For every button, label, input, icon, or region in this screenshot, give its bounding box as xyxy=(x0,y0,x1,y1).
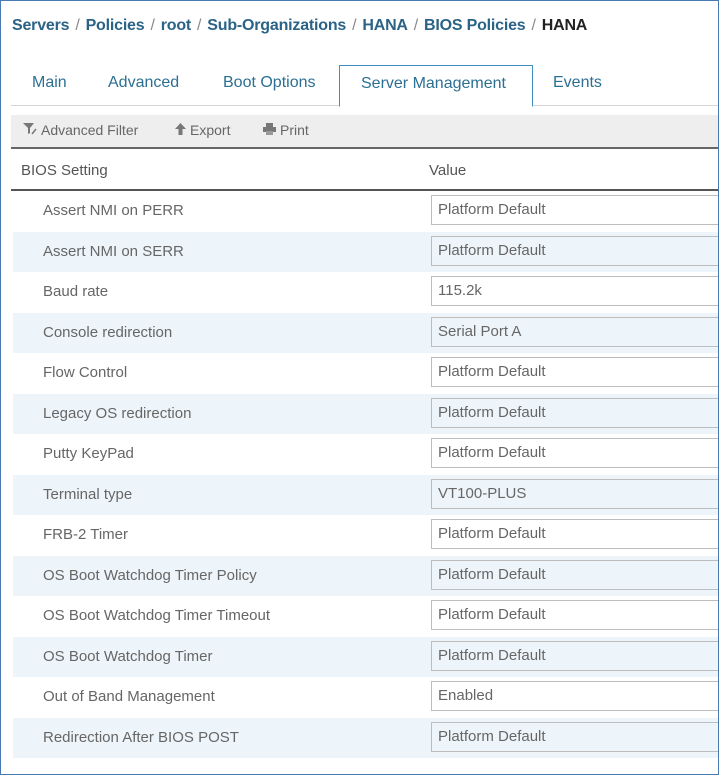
setting-value-field[interactable]: Platform Default xyxy=(431,519,718,549)
breadcrumb-servers[interactable]: Servers xyxy=(12,17,70,34)
bios-settings-table: Assert NMI on PERR Platform Default Asse… xyxy=(13,191,718,758)
table-row: Redirection After BIOS POST Platform Def… xyxy=(13,717,718,758)
table-row: Console redirection Serial Port A xyxy=(13,312,718,353)
setting-label: Console redirection xyxy=(43,323,173,341)
tab-main[interactable]: Main xyxy=(11,65,88,105)
table-row: OS Boot Watchdog Timer Timeout Platform … xyxy=(13,596,718,637)
print-button[interactable]: Print xyxy=(263,122,309,138)
setting-value-field[interactable]: Platform Default xyxy=(431,559,718,590)
advanced-filter-label: Advanced Filter xyxy=(41,122,139,138)
setting-value-field[interactable]: Platform Default xyxy=(431,357,718,387)
breadcrumb-separator: / xyxy=(197,17,202,34)
setting-value-field[interactable]: Platform Default xyxy=(431,397,718,428)
setting-label: OS Boot Watchdog Timer Policy xyxy=(43,566,257,584)
setting-label: Redirection After BIOS POST xyxy=(43,728,239,746)
setting-value-field[interactable]: Serial Port A xyxy=(431,316,718,347)
setting-value-field[interactable]: Enabled xyxy=(431,681,718,711)
setting-label: FRB-2 Timer xyxy=(43,526,129,543)
setting-value-field[interactable]: Platform Default xyxy=(431,235,718,266)
advanced-filter-button[interactable]: Advanced Filter xyxy=(23,122,138,138)
print-label: Print xyxy=(280,122,309,138)
tab-events[interactable]: Events xyxy=(532,65,623,105)
table-row: Flow Control Platform Default xyxy=(13,353,718,394)
arrow-up-icon xyxy=(175,123,186,138)
setting-value-field[interactable]: Platform Default xyxy=(431,600,718,630)
bios-policy-panel: Servers / Policies / root / Sub-Organizations /… xyxy=(0,0,719,775)
tab-bar: Main Advanced Boot Options Server Manage… xyxy=(11,65,718,107)
setting-value-field[interactable]: 115.2k xyxy=(431,276,718,306)
breadcrumb-separator: / xyxy=(531,17,536,34)
setting-value-field[interactable]: Platform Default xyxy=(431,721,718,752)
table-row: Terminal type VT100-PLUS xyxy=(13,474,718,515)
column-header-value[interactable]: Value xyxy=(429,162,466,179)
setting-value-field[interactable]: Platform Default xyxy=(431,195,718,225)
setting-label: Out of Band Management xyxy=(43,688,215,705)
setting-label: Terminal type xyxy=(43,485,133,503)
setting-label: OS Boot Watchdog Timer Timeout xyxy=(43,607,271,624)
table-row: Assert NMI on PERR Platform Default xyxy=(13,191,718,232)
column-header-bios-setting[interactable]: BIOS Setting xyxy=(21,162,108,179)
table-row: Putty KeyPad Platform Default xyxy=(13,434,718,475)
setting-value-field[interactable]: Platform Default xyxy=(431,640,718,671)
breadcrumb-root[interactable]: root xyxy=(161,17,192,34)
breadcrumb-bios-policies[interactable]: BIOS Policies xyxy=(424,17,526,34)
breadcrumb: Servers / Policies / root / Sub-Organizations /… xyxy=(12,17,587,35)
setting-label: OS Boot Watchdog Timer xyxy=(43,647,213,665)
setting-label: Baud rate xyxy=(43,283,109,300)
printer-icon xyxy=(263,123,276,138)
export-button[interactable]: Export xyxy=(175,122,230,138)
table-row: OS Boot Watchdog Timer Platform Default xyxy=(13,636,718,677)
breadcrumb-separator: / xyxy=(352,17,357,34)
export-label: Export xyxy=(190,122,231,138)
tab-advanced[interactable]: Advanced xyxy=(87,65,200,105)
breadcrumb-sub-organizations[interactable]: Sub-Organizations xyxy=(207,17,346,34)
table-row: Assert NMI on SERR Platform Default xyxy=(13,231,718,272)
table-row: OS Boot Watchdog Timer Policy Platform D… xyxy=(13,555,718,596)
table-row: Legacy OS redirection Platform Default xyxy=(13,393,718,434)
breadcrumb-separator: / xyxy=(75,17,80,34)
setting-value-field[interactable]: VT100-PLUS xyxy=(431,478,718,509)
tab-server-management[interactable]: Server Management xyxy=(339,65,533,107)
setting-label: Assert NMI on SERR xyxy=(43,242,184,260)
tab-boot-options[interactable]: Boot Options xyxy=(202,65,337,105)
breadcrumb-separator: / xyxy=(413,17,419,34)
setting-label: Flow Control xyxy=(43,364,128,381)
breadcrumb-current: HANA xyxy=(541,17,588,34)
table-row: FRB-2 Timer Platform Default xyxy=(13,515,718,556)
table-row: Baud rate 115.2k xyxy=(13,272,718,313)
breadcrumb-hana-org[interactable]: HANA xyxy=(362,17,408,34)
setting-label: Legacy OS redirection xyxy=(43,404,192,422)
breadcrumb-policies[interactable]: Policies xyxy=(86,17,145,34)
table-toolbar: Advanced Filter Export Print xyxy=(11,115,718,149)
setting-label: Putty KeyPad xyxy=(43,445,134,462)
breadcrumb-separator: / xyxy=(150,17,155,34)
setting-label: Assert NMI on PERR xyxy=(43,202,184,219)
filter-icon xyxy=(23,122,37,138)
table-row: Out of Band Management Enabled xyxy=(13,677,718,718)
table-header: BIOS Setting Value xyxy=(11,149,718,191)
setting-value-field[interactable]: Platform Default xyxy=(431,438,718,468)
